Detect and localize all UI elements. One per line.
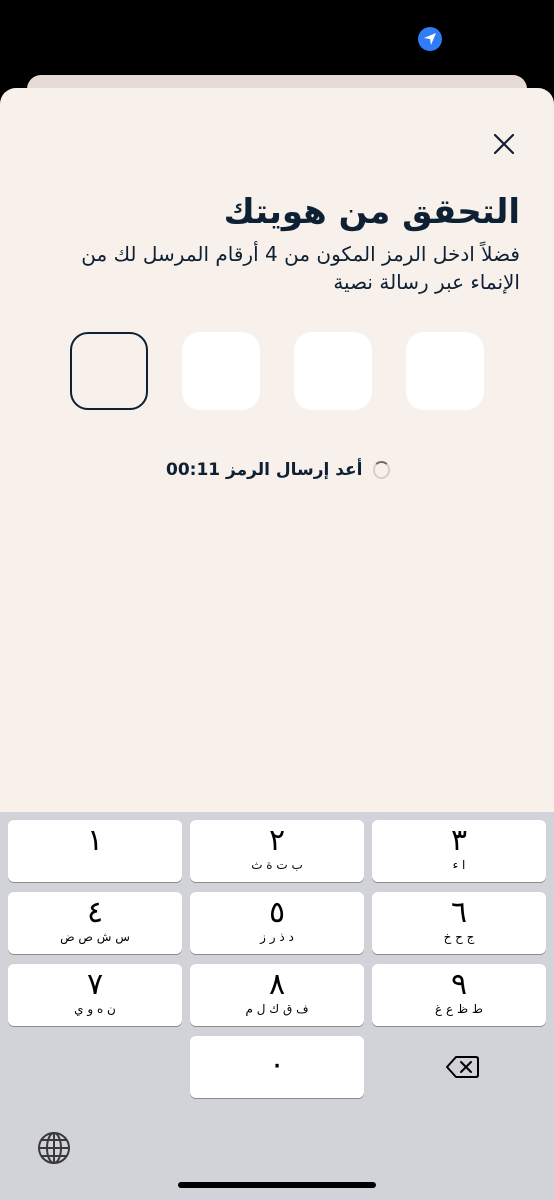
key-2[interactable]: ٢ ب ت ة ث	[190, 820, 364, 882]
key-9[interactable]: ٩ ط ظ ع غ	[372, 964, 546, 1026]
otp-box-3[interactable]	[182, 332, 260, 410]
resend-label: أعد إرسال الرمز 00:11	[166, 460, 363, 480]
home-indicator	[178, 1182, 376, 1188]
close-button[interactable]	[488, 128, 520, 160]
key-5[interactable]: ٥ د ذ ر ز	[190, 892, 364, 954]
globe-icon	[38, 1132, 70, 1164]
page-title: التحقق من هويتك	[223, 192, 520, 232]
key-6[interactable]: ٦ ج ح خ	[372, 892, 546, 954]
otp-box-4[interactable]	[70, 332, 148, 410]
location-arrow-icon	[418, 27, 442, 51]
backspace-icon	[446, 1056, 479, 1078]
otp-box-2[interactable]	[294, 332, 372, 410]
otp-box-1[interactable]	[406, 332, 484, 410]
close-icon	[493, 133, 515, 155]
key-4[interactable]: ٤ س ش ص ض	[8, 892, 182, 954]
resend-timer: 00:11	[166, 460, 221, 480]
key-7[interactable]: ٧ ن ه و ي	[8, 964, 182, 1026]
key-1[interactable]: ١	[8, 820, 182, 882]
key-0[interactable]: ٠	[190, 1036, 364, 1098]
key-8[interactable]: ٨ ف ق ك ل م	[190, 964, 364, 1026]
page-subtitle: فضلاً ادخل الرمز المكون من 4 أرقام المرس…	[81, 242, 520, 294]
resend-code[interactable]: أعد إرسال الرمز 00:11	[166, 456, 390, 484]
numeric-keyboard: ١ ٢ ب ت ة ث ٣ ا ء ٤ س ش ص ض ٥ د ذ ر ز ٦ …	[0, 812, 554, 1200]
backspace-button[interactable]	[444, 1054, 480, 1080]
key-3[interactable]: ٣ ا ء	[372, 820, 546, 882]
loading-spinner-icon	[372, 461, 390, 479]
status-bar	[0, 0, 554, 80]
otp-input-row	[70, 332, 484, 410]
globe-button[interactable]	[36, 1130, 72, 1166]
